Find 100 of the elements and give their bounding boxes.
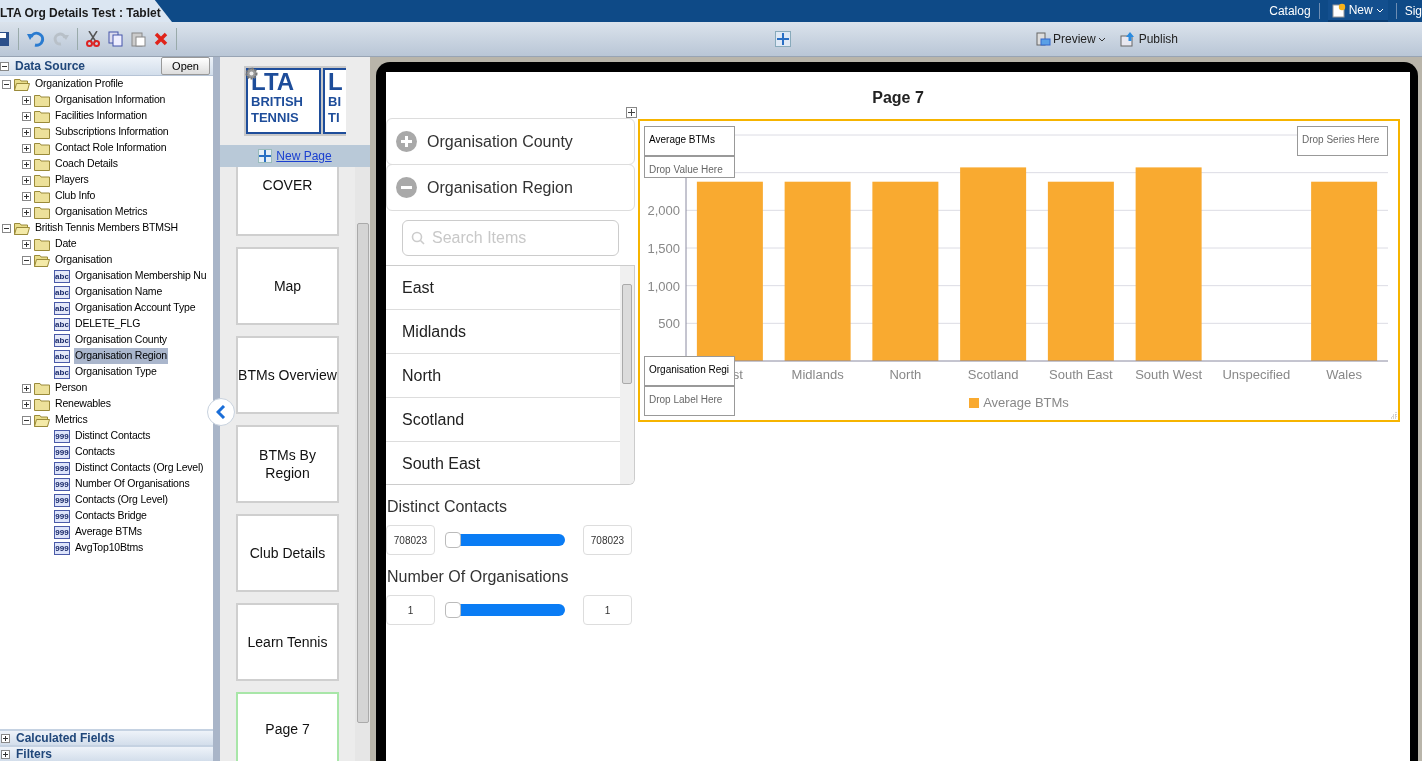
expand-icon: [396, 131, 417, 152]
tree-item[interactable]: Contacts: [74, 444, 116, 460]
drop-zone[interactable]: Drop Label Here: [644, 386, 735, 416]
number-field-badge: 999: [54, 477, 70, 491]
scrollbar[interactable]: [620, 266, 634, 484]
drop-zone[interactable]: Average BTMs: [644, 126, 735, 156]
scrollbar[interactable]: [355, 167, 370, 761]
text-field-badge: abc: [54, 333, 70, 347]
tree-item[interactable]: Date: [54, 236, 78, 252]
slider-thumb[interactable]: [445, 602, 461, 618]
expand-box-icon[interactable]: [22, 143, 31, 153]
tree-item[interactable]: Organization Profile: [34, 76, 125, 92]
page-thumbnail[interactable]: Learn Tennis: [236, 603, 339, 681]
tree-item[interactable]: Person: [54, 380, 89, 396]
header-link[interactable]: Sig: [1404, 2, 1422, 20]
max-value-field[interactable]: 1: [583, 595, 632, 625]
save-icon[interactable]: [0, 31, 10, 47]
add-icon[interactable]: [775, 31, 791, 47]
tree-item[interactable]: Distinct Contacts: [74, 428, 152, 444]
cut-icon[interactable]: [86, 31, 100, 47]
expand-box-icon[interactable]: [22, 175, 31, 185]
section-header[interactable]: Filters: [16, 745, 52, 761]
page-thumbnail[interactable]: Club Details: [236, 514, 339, 592]
slider-track[interactable]: [445, 604, 565, 616]
delete-icon[interactable]: [154, 32, 168, 46]
new-menu[interactable]: New: [1327, 0, 1388, 22]
expand-box-icon[interactable]: [22, 159, 31, 169]
drop-zone[interactable]: Drop Value Here: [644, 156, 735, 178]
preview-menu[interactable]: Preview: [1036, 30, 1106, 48]
panel-title: Data Source: [15, 58, 87, 75]
tree-item[interactable]: Organisation: [54, 252, 114, 268]
expand-box-icon[interactable]: [22, 95, 31, 105]
tree-item[interactable]: Organisation Membership Nu: [74, 268, 208, 284]
expand-box-icon[interactable]: [22, 127, 31, 137]
page-thumbnail[interactable]: BTMs By Region: [236, 425, 339, 503]
page-thumbnail[interactable]: Map: [236, 247, 339, 325]
category-label: Wales: [1326, 367, 1362, 382]
tree-item[interactable]: AvgTop10Btms: [74, 540, 145, 556]
tree-item[interactable]: Organisation Type: [74, 364, 158, 380]
logo-text: LTA: [251, 70, 295, 94]
expand-box-icon[interactable]: [22, 399, 31, 409]
min-value-field[interactable]: 708023: [386, 525, 435, 555]
collapse-box-icon[interactable]: [22, 415, 31, 425]
slider-thumb[interactable]: [445, 532, 461, 548]
tree-item[interactable]: Organisation Information: [54, 92, 167, 108]
page-thumbnail[interactable]: Page 7: [236, 692, 339, 761]
page-thumbnail[interactable]: COVER: [236, 167, 339, 236]
expand-box-icon[interactable]: [22, 207, 31, 217]
expand-box-icon[interactable]: [1, 749, 10, 759]
tree-item[interactable]: Renewables: [54, 396, 112, 412]
tree-item[interactable]: Organisation County: [74, 332, 168, 348]
document-tab[interactable]: LTA Org Details Test : Tablet: [0, 0, 172, 22]
tree-item[interactable]: Contacts (Org Level): [74, 492, 169, 508]
folder-icon: [34, 157, 50, 171]
page-thumbnail[interactable]: BTMs Overview: [236, 336, 339, 414]
tree-item[interactable]: Distinct Contacts (Org Level): [74, 460, 205, 476]
tree-item[interactable]: Average BTMs: [74, 524, 143, 540]
tree-item[interactable]: Number Of Organisations: [74, 476, 191, 492]
tree-item[interactable]: Coach Details: [54, 156, 119, 172]
tree-item[interactable]: Metrics: [54, 412, 89, 428]
resize-grip-icon[interactable]: [1389, 411, 1397, 419]
number-field-badge: 999: [54, 541, 70, 555]
expand-box-icon[interactable]: [22, 239, 31, 249]
tree-item[interactable]: Players: [54, 172, 90, 188]
tree-item[interactable]: Organisation Account Type: [74, 300, 197, 316]
tree-item[interactable]: Contact Role Information: [54, 140, 168, 156]
tree-item[interactable]: Contacts Bridge: [74, 508, 148, 524]
max-value-field[interactable]: 708023: [583, 525, 632, 555]
collapse-box-icon[interactable]: [2, 79, 11, 89]
move-handle-icon[interactable]: [626, 107, 637, 118]
paste-icon[interactable]: [131, 31, 146, 47]
expand-box-icon[interactable]: [1, 733, 10, 743]
expand-box-icon[interactable]: [22, 191, 31, 201]
collapse-box-icon[interactable]: [2, 223, 11, 233]
tree-item[interactable]: DELETE_FLG: [74, 316, 142, 332]
publish-button[interactable]: Publish: [1119, 30, 1179, 48]
copy-icon[interactable]: [108, 31, 123, 47]
tree-item[interactable]: Organisation Name: [74, 284, 164, 300]
tree-item[interactable]: Organisation Region: [74, 348, 168, 364]
tree-item[interactable]: Club Info: [54, 188, 97, 204]
add-icon[interactable]: [258, 149, 273, 163]
collapse-box-icon[interactable]: [22, 255, 31, 265]
text-field-badge: abc: [54, 301, 70, 315]
slider-track[interactable]: [445, 534, 565, 546]
accordion-header[interactable]: Organisation Region: [386, 164, 635, 211]
header-link[interactable]: Catalog: [1269, 2, 1311, 20]
tree-item[interactable]: Organisation Metrics: [54, 204, 149, 220]
number-field-badge: 999: [54, 445, 70, 459]
expand-box-icon[interactable]: [22, 111, 31, 121]
drop-zone[interactable]: Organisation Regi: [644, 356, 735, 386]
tree-item[interactable]: British Tennis Members BTMSH: [34, 220, 179, 236]
collapse-box-icon[interactable]: [0, 61, 9, 71]
undo-icon[interactable]: [27, 31, 45, 47]
number-field-badge: 999: [54, 493, 70, 507]
drop-zone[interactable]: Drop Series Here: [1297, 126, 1388, 156]
open-button[interactable]: Open: [161, 57, 210, 75]
tree-item[interactable]: Subscriptions Information: [54, 124, 170, 140]
tree-item[interactable]: Facilities Information: [54, 108, 148, 124]
min-value-field[interactable]: 1: [386, 595, 435, 625]
expand-box-icon[interactable]: [22, 383, 31, 393]
